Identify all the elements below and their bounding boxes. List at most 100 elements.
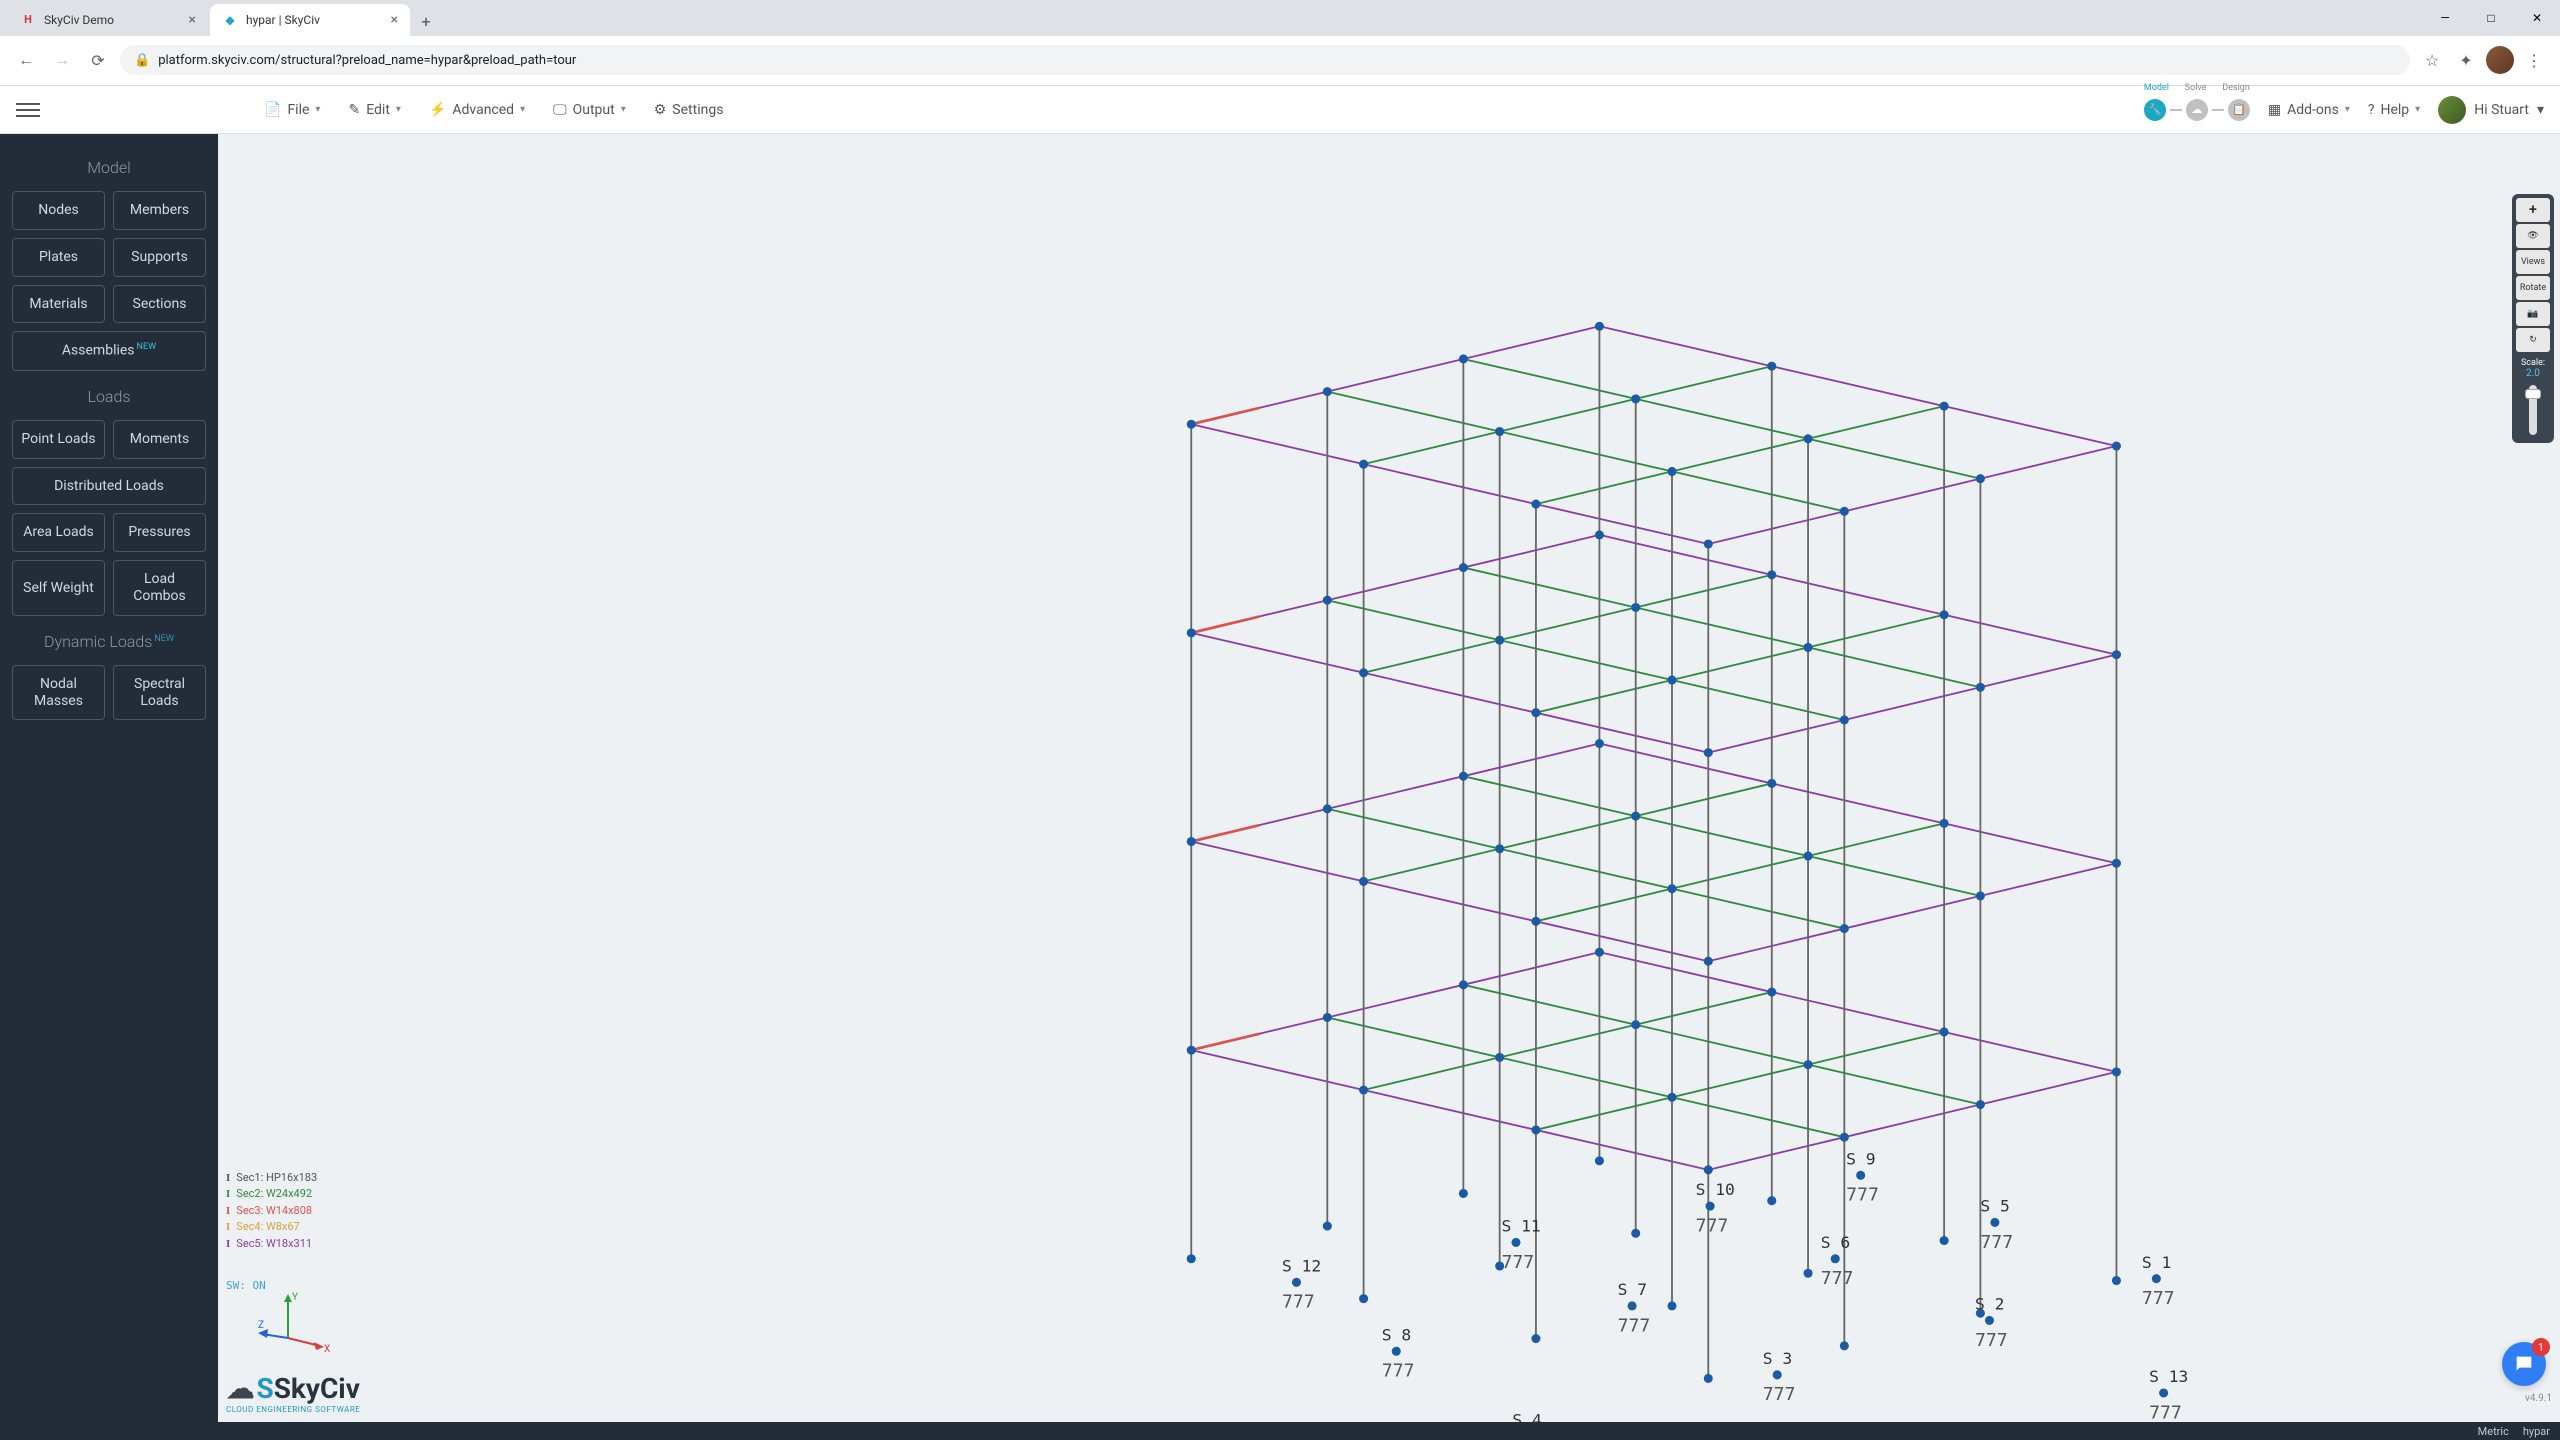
units-toggle[interactable]: Metric bbox=[2478, 1425, 2509, 1438]
pencil-icon: ✎ bbox=[348, 102, 360, 118]
new-tab-button[interactable]: + bbox=[412, 8, 440, 36]
svg-text:S 5: S 5 bbox=[1980, 1197, 2009, 1216]
chevron-down-icon: ▾ bbox=[2537, 102, 2544, 118]
browser-chrome: H SkyCiv Demo × ◆ hypar | SkyCiv × + — □… bbox=[0, 0, 2560, 86]
addons-menu[interactable]: ▦Add-ons▾ bbox=[2268, 102, 2350, 118]
window-minimize-button[interactable]: — bbox=[2422, 0, 2468, 36]
url-text: platform.skyciv.com/structural?preload_n… bbox=[158, 53, 576, 68]
svg-text:S 13: S 13 bbox=[2149, 1367, 2188, 1386]
hamburger-menu-button[interactable] bbox=[16, 98, 40, 122]
step-label: Model bbox=[2144, 83, 2169, 93]
bolt-icon: ⚡ bbox=[429, 102, 446, 118]
chevron-down-icon: ▾ bbox=[396, 104, 401, 115]
svg-text:777: 777 bbox=[1975, 1330, 2008, 1351]
sidebar-button-spectral-loads[interactable]: Spectral Loads bbox=[113, 665, 206, 721]
bookmark-star-icon[interactable]: ☆ bbox=[2418, 46, 2446, 74]
step-solve[interactable]: ☁ bbox=[2186, 99, 2208, 121]
chat-icon bbox=[2513, 1353, 2535, 1375]
extensions-icon[interactable]: ✦ bbox=[2452, 46, 2480, 74]
grid-icon: ▦ bbox=[2268, 102, 2281, 118]
chevron-down-icon: ▾ bbox=[2415, 104, 2420, 115]
sidebar: ModelNodesMembersPlatesSupportsMaterials… bbox=[0, 134, 218, 1422]
sidebar-button-moments[interactable]: Moments bbox=[113, 420, 206, 459]
browser-tab-skyciv-demo[interactable]: H SkyCiv Demo × bbox=[8, 4, 208, 36]
sidebar-button-load-combos[interactable]: Load Combos bbox=[113, 560, 206, 616]
svg-text:S 4: S 4 bbox=[1512, 1411, 1542, 1422]
scale-slider-thumb[interactable] bbox=[2525, 389, 2541, 399]
help-menu[interactable]: ?Help▾ bbox=[2368, 102, 2420, 118]
svg-text:S 7: S 7 bbox=[1618, 1280, 1647, 1299]
rotate-button[interactable]: Rotate bbox=[2516, 276, 2550, 300]
svg-text:S 3: S 3 bbox=[1763, 1349, 1792, 1368]
chat-badge: 1 bbox=[2532, 1338, 2550, 1356]
scale-slider[interactable] bbox=[2529, 385, 2537, 435]
visibility-button[interactable]: 👁 bbox=[2516, 224, 2550, 248]
sidebar-button-pressures[interactable]: Pressures bbox=[113, 513, 206, 552]
svg-text:S 9: S 9 bbox=[1846, 1149, 1875, 1168]
sidebar-button-materials[interactable]: Materials bbox=[12, 285, 105, 324]
sidebar-button-area-loads[interactable]: Area Loads bbox=[12, 513, 105, 552]
sidebar-button-sections[interactable]: Sections bbox=[113, 285, 206, 324]
chrome-profile-avatar[interactable] bbox=[2486, 46, 2514, 74]
legend-item: ISec2: W24x492 bbox=[226, 1186, 317, 1203]
refresh-view-button[interactable]: ↻ bbox=[2516, 328, 2550, 352]
menu-file[interactable]: 📄File▾ bbox=[264, 102, 320, 118]
tab-title: hypar | SkyCiv bbox=[246, 13, 320, 27]
sidebar-button-point-loads[interactable]: Point Loads bbox=[12, 420, 105, 459]
sidebar-button-members[interactable]: Members bbox=[113, 191, 206, 230]
skyciv-logo: ☁ S SkyCiv CLOUD ENGINEERING SOFTWARE bbox=[226, 1372, 360, 1414]
chrome-menu-icon[interactable]: ⋮ bbox=[2520, 46, 2548, 74]
step-label: Solve bbox=[2185, 83, 2207, 93]
views-button[interactable]: Views bbox=[2516, 250, 2550, 274]
menu-settings[interactable]: ⚙Settings bbox=[654, 102, 724, 118]
app-header: 📄File▾ ✎Edit▾ ⚡Advanced▾ 🖵Output▾ ⚙Setti… bbox=[0, 86, 2560, 134]
sidebar-button-plates[interactable]: Plates bbox=[12, 238, 105, 277]
file-icon: 📄 bbox=[264, 102, 281, 118]
tab-close-icon[interactable]: × bbox=[391, 12, 398, 28]
back-button[interactable]: ← bbox=[12, 46, 40, 74]
reload-button[interactable]: ⟳ bbox=[84, 46, 112, 74]
menu-edit[interactable]: ✎Edit▾ bbox=[348, 102, 400, 118]
svg-text:S 2: S 2 bbox=[1975, 1295, 2004, 1314]
user-menu[interactable]: Hi Stuart ▾ bbox=[2438, 96, 2544, 124]
svg-text:777: 777 bbox=[1696, 1216, 1729, 1237]
svg-text:S 10: S 10 bbox=[1696, 1180, 1735, 1199]
sidebar-button-self-weight[interactable]: Self Weight bbox=[12, 560, 105, 616]
svg-text:777: 777 bbox=[1980, 1232, 2013, 1253]
sidebar-section-title: Loads bbox=[12, 387, 206, 406]
canvas-area[interactable]: S 1777S 2777S 3777S 4777S 5777S 6777S 77… bbox=[218, 134, 2560, 1422]
tab-close-icon[interactable]: × bbox=[189, 12, 196, 28]
sidebar-button-nodes[interactable]: Nodes bbox=[12, 191, 105, 230]
menu-advanced[interactable]: ⚡Advanced▾ bbox=[429, 102, 525, 118]
sidebar-button-assemblies[interactable]: AssembliesNEW bbox=[12, 331, 206, 370]
menu-output[interactable]: 🖵Output▾ bbox=[553, 102, 626, 118]
tab-bar: H SkyCiv Demo × ◆ hypar | SkyCiv × + — □… bbox=[0, 0, 2560, 36]
legend-item: ISec5: W18x311 bbox=[226, 1236, 317, 1253]
url-input[interactable]: 🔒 platform.skyciv.com/structural?preload… bbox=[120, 45, 2410, 75]
axis-orientation-widget: Y X Z bbox=[258, 1288, 338, 1362]
step-model[interactable]: 🔧 bbox=[2144, 99, 2166, 121]
zoom-in-button[interactable]: + bbox=[2516, 198, 2550, 222]
window-close-button[interactable]: ✕ bbox=[2514, 0, 2560, 36]
browser-tab-hypar[interactable]: ◆ hypar | SkyCiv × bbox=[210, 4, 410, 36]
svg-text:777: 777 bbox=[1618, 1315, 1651, 1336]
project-name[interactable]: hypar bbox=[2523, 1425, 2550, 1438]
svg-text:777: 777 bbox=[1821, 1268, 1854, 1289]
legend-item: ISec3: W14x808 bbox=[226, 1203, 317, 1220]
sidebar-button-nodal-masses[interactable]: Nodal Masses bbox=[12, 665, 105, 721]
forward-button[interactable]: → bbox=[48, 46, 76, 74]
app: 📄File▾ ✎Edit▾ ⚡Advanced▾ 🖵Output▾ ⚙Setti… bbox=[0, 86, 2560, 1440]
viewport-tools: + 👁 Views Rotate 📷 ↻ Scale: 2.0 bbox=[2512, 194, 2554, 443]
step-design[interactable]: 📋 bbox=[2228, 99, 2250, 121]
camera-button[interactable]: 📷 bbox=[2516, 302, 2550, 326]
chat-button[interactable]: 1 bbox=[2502, 1342, 2546, 1386]
svg-text:S 8: S 8 bbox=[1382, 1325, 1411, 1344]
structural-model-viewport[interactable]: S 1777S 2777S 3777S 4777S 5777S 6777S 77… bbox=[218, 134, 2560, 1422]
window-maximize-button[interactable]: □ bbox=[2468, 0, 2514, 36]
address-bar: ← → ⟳ 🔒 platform.skyciv.com/structural?p… bbox=[0, 36, 2560, 85]
sidebar-button-supports[interactable]: Supports bbox=[113, 238, 206, 277]
user-avatar bbox=[2438, 96, 2466, 124]
gear-icon: ⚙ bbox=[654, 102, 667, 118]
step-label: Design bbox=[2222, 83, 2250, 93]
sidebar-button-distributed-loads[interactable]: Distributed Loads bbox=[12, 467, 206, 506]
